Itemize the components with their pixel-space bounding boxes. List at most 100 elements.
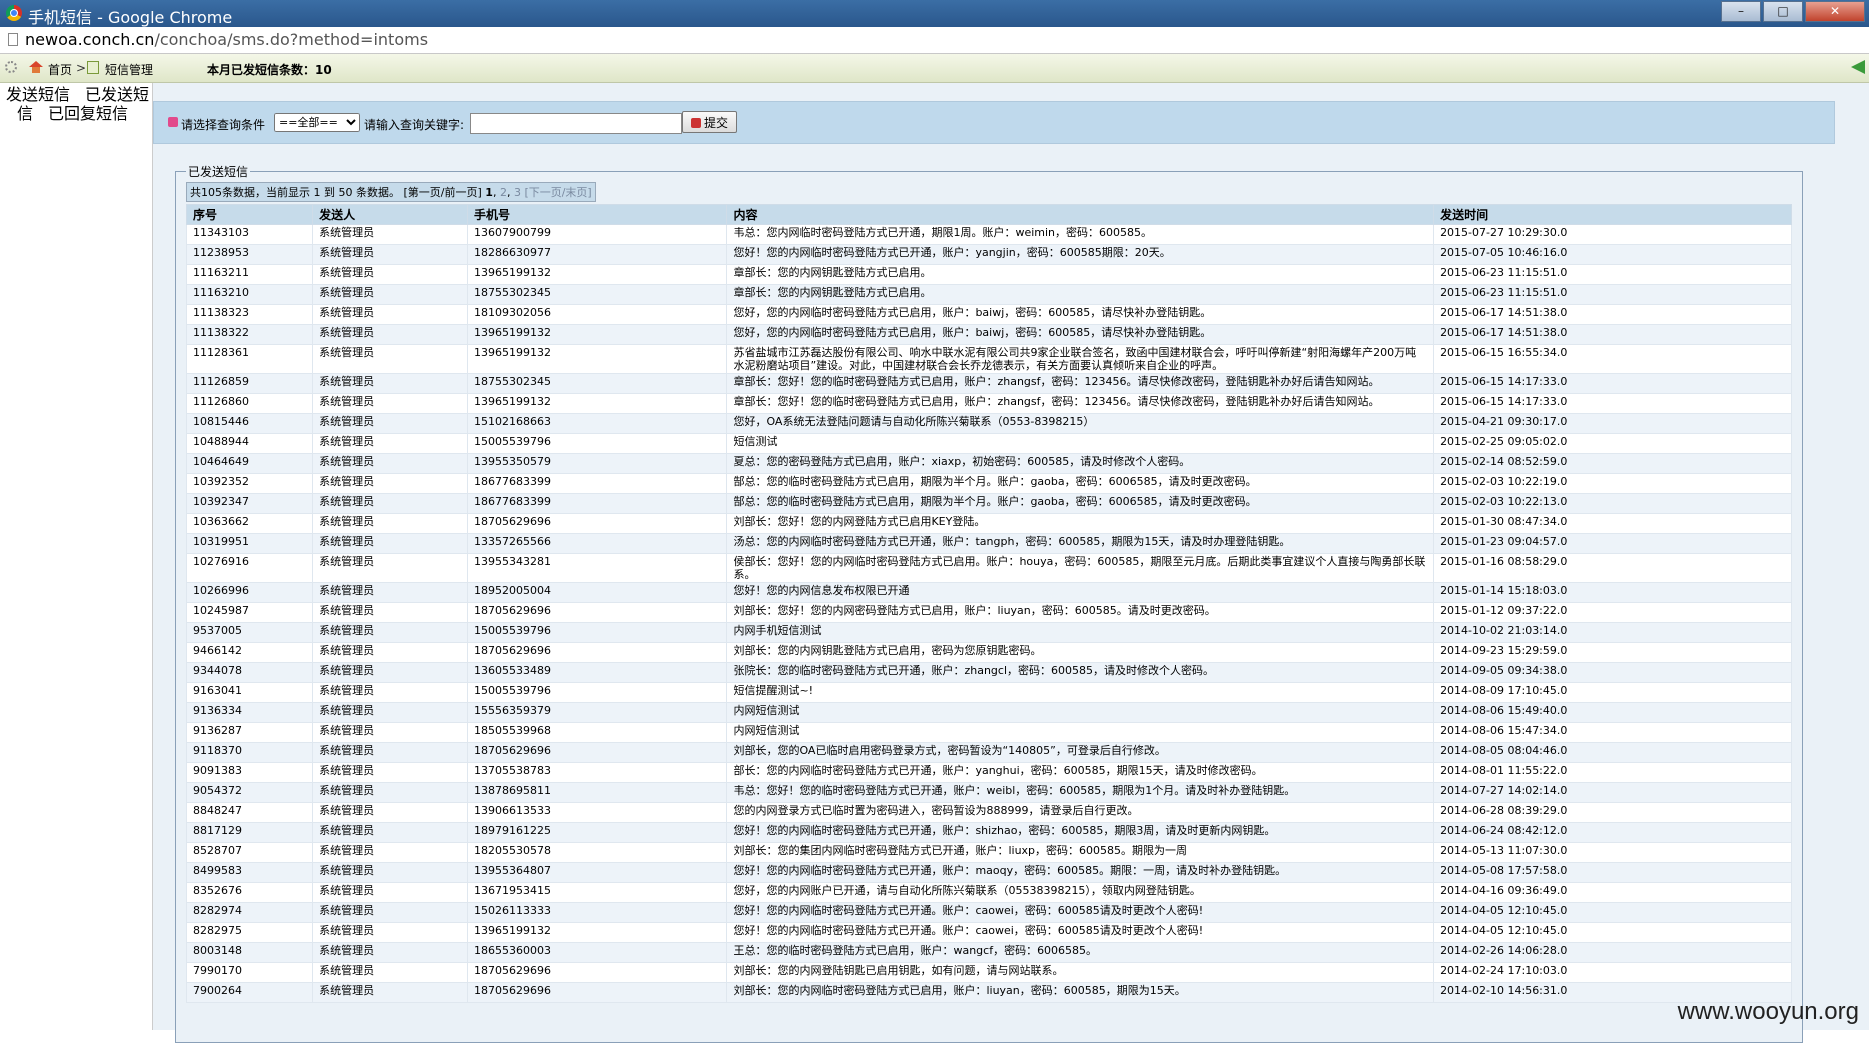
table-row: 8848247 系统管理员 13906613533 您的内网登录方式已临时置为密码进入… [185, 802, 1792, 823]
cell-sender: 系统管理员 [312, 802, 468, 823]
cell-time: 2014-04-16 09:36:49.0 [1433, 882, 1792, 903]
cell-time: 2015-06-23 11:15:51.0 [1433, 284, 1792, 305]
cell-phone: 18109302056 [466, 304, 728, 325]
cell-sender: 系统管理员 [312, 662, 468, 683]
cell-phone: 18705629696 [466, 742, 728, 763]
cell-id: 11343103 [185, 224, 314, 245]
cell-phone: 13955350579 [466, 453, 728, 474]
maximize-button[interactable]: □ [1763, 1, 1803, 22]
table-row: 9136334 系统管理员 15556359379 内网短信测试 2014-08-06 … [185, 702, 1792, 723]
address-bar[interactable]: newoa.conch.cn/conchoa/sms.do?method=int… [0, 27, 1869, 54]
cell-sender: 系统管理员 [312, 393, 468, 414]
cell-id: 8282974 [185, 902, 314, 923]
cell-content: 您好，您的内网账户已开通，请与自动化所陈兴菊联系（05538398215），领取… [726, 882, 1435, 903]
cell-sender: 系统管理员 [312, 553, 468, 583]
condition-select[interactable]: ==全部== [274, 113, 360, 132]
cell-phone: 15556359379 [466, 702, 728, 723]
cell-time: 2014-10-02 21:03:14.0 [1433, 622, 1792, 643]
table-row: 8352676 系统管理员 13671953415 您好，您的内网账户已开通，请与自动… [185, 882, 1792, 903]
cell-id: 10392347 [185, 493, 314, 514]
cell-content: 内网短信测试 [726, 702, 1435, 723]
cell-sender: 系统管理员 [312, 622, 468, 643]
cell-sender: 系统管理员 [312, 762, 468, 783]
cell-time: 2014-08-01 11:55:22.0 [1433, 762, 1792, 783]
cell-id: 7900264 [185, 982, 314, 1003]
cell-phone: 13605533489 [466, 662, 728, 683]
breadcrumb-section[interactable]: 短信管理 [105, 61, 153, 78]
cell-sender: 系统管理员 [312, 962, 468, 983]
cell-content: 王总：您的临时密码登陆方式已启用，账户：wangcf，密码：6006585。 [726, 942, 1435, 963]
keyword-input[interactable] [470, 113, 682, 134]
pager-page-3[interactable]: 3 [514, 186, 521, 199]
cell-id: 11128361 [185, 344, 314, 374]
pager-first-prev[interactable]: [第一页/前一页] [403, 186, 481, 199]
cell-phone: 13607900799 [466, 224, 728, 245]
table-row: 8282974 系统管理员 15026113333 您好！您的内网临时密码登陆方式已开… [185, 902, 1792, 923]
cell-id: 10488944 [185, 433, 314, 454]
cell-phone: 13965199132 [466, 344, 728, 374]
cell-id: 11126859 [185, 373, 314, 394]
home-icon [29, 61, 43, 73]
table-row: 9136287 系统管理员 18505539968 内网短信测试 2014-08-06 … [185, 722, 1792, 743]
cell-content: 刘部长：您的内网临时密码登陆方式已启用，账户：liuyan，密码：600585，… [726, 982, 1435, 1003]
cell-time: 2014-06-28 08:39:29.0 [1433, 802, 1792, 823]
cell-time: 2015-02-25 09:05:02.0 [1433, 433, 1792, 454]
cell-time: 2015-01-14 15:18:03.0 [1433, 582, 1792, 603]
table-row: 11138323 系统管理员 18109302056 您好，您的内网临时密码登陆方式已… [185, 304, 1792, 325]
pager-page-2[interactable]: 2 [500, 186, 507, 199]
cell-content: 韦总：您好！您的临时密码登陆方式已开通，账户：weibl，密码：600585，期… [726, 782, 1435, 803]
cell-phone: 13878695811 [466, 782, 728, 803]
table-row: 11126860 系统管理员 13965199132 章部长：您好！您的临时密码登陆方… [185, 393, 1792, 414]
cell-id: 9091383 [185, 762, 314, 783]
table-row: 8817129 系统管理员 18979161225 您好！您的内网临时密码登陆方式已开… [185, 822, 1792, 843]
table-row: 10392352 系统管理员 18677683399 郜总：您的临时密码登陆方式已启用… [185, 473, 1792, 494]
url-path: /conchoa/sms.do?method=intoms [154, 30, 429, 49]
cell-time: 2015-01-12 09:37:22.0 [1433, 602, 1792, 623]
cell-sender: 系统管理员 [312, 742, 468, 763]
cell-content: 您好！您的内网临时密码登陆方式已开通。账户：caowei，密码：600585请及… [726, 902, 1435, 923]
table-row: 11238953 系统管理员 18286630977 您好！您的内网临时密码登陆方式已… [185, 244, 1792, 265]
cell-content: 您好，OA系统无法登陆问题请与自动化所陈兴菊联系（0553-8398215） [726, 413, 1435, 434]
cell-id: 9054372 [185, 782, 314, 803]
cell-id: 11163210 [185, 284, 314, 305]
cell-id: 8499583 [185, 862, 314, 883]
close-button[interactable]: ✕ [1805, 1, 1865, 22]
cell-id: 9466142 [185, 642, 314, 663]
cell-phone: 18705629696 [466, 982, 728, 1003]
table-row: 10319951 系统管理员 13357265566 汤总：您的内网临时密码登陆方式已… [185, 533, 1792, 554]
cell-phone: 18505539968 [466, 722, 728, 743]
minimize-button[interactable]: – [1721, 1, 1761, 22]
sidebar-item-replied-sms[interactable]: 已回复短信 [48, 104, 128, 123]
cell-sender: 系统管理员 [312, 224, 468, 245]
submit-icon [691, 118, 701, 128]
cell-time: 2014-08-06 15:47:34.0 [1433, 722, 1792, 743]
cell-sender: 系统管理员 [312, 493, 468, 514]
url-text[interactable]: newoa.conch.cn/conchoa/sms.do?method=int… [25, 30, 428, 49]
submit-button[interactable]: 提交 [682, 111, 738, 133]
back-arrow-icon[interactable] [1851, 60, 1865, 74]
table-row: 9537005 系统管理员 15005539796 内网手机短信测试 2014-10-0… [185, 622, 1792, 643]
table-row: 9163041 系统管理员 15005539796 短信提醒测试~! 2014-08-0… [185, 682, 1792, 703]
cell-time: 2015-07-05 10:46:16.0 [1433, 244, 1792, 265]
cell-id: 9136334 [185, 702, 314, 723]
sidebar-item-send-sms[interactable]: 发送短信 [6, 85, 70, 104]
cell-phone: 18705629696 [466, 513, 728, 534]
cell-content: 您好！您的内网信息发布权限已开通 [726, 582, 1435, 603]
cell-sender: 系统管理员 [312, 842, 468, 863]
cell-content: 章部长：您的内网钥匙登陆方式已启用。 [726, 284, 1435, 305]
col-header-sender: 发送人 [312, 204, 468, 225]
cell-sender: 系统管理员 [312, 722, 468, 743]
breadcrumb-home[interactable]: 首页 [48, 61, 72, 78]
keyword-label: 请输入查询关键字: [364, 118, 465, 132]
pager-page-1[interactable]: 1 [485, 186, 493, 199]
table-row: 9054372 系统管理员 13878695811 韦总：您好！您的临时密码登陆方式已… [185, 782, 1792, 803]
gear-icon[interactable] [5, 61, 17, 73]
cell-time: 2015-02-03 10:22:19.0 [1433, 473, 1792, 494]
pager-next-last[interactable]: [下一页/末页] [524, 186, 591, 199]
cell-time: 2015-01-30 08:47:34.0 [1433, 513, 1792, 534]
cell-phone: 13965199132 [466, 264, 728, 285]
query-icon [168, 117, 178, 127]
cell-phone: 13965199132 [466, 324, 728, 345]
cell-id: 10245987 [185, 602, 314, 623]
cell-phone: 15026113333 [466, 902, 728, 923]
